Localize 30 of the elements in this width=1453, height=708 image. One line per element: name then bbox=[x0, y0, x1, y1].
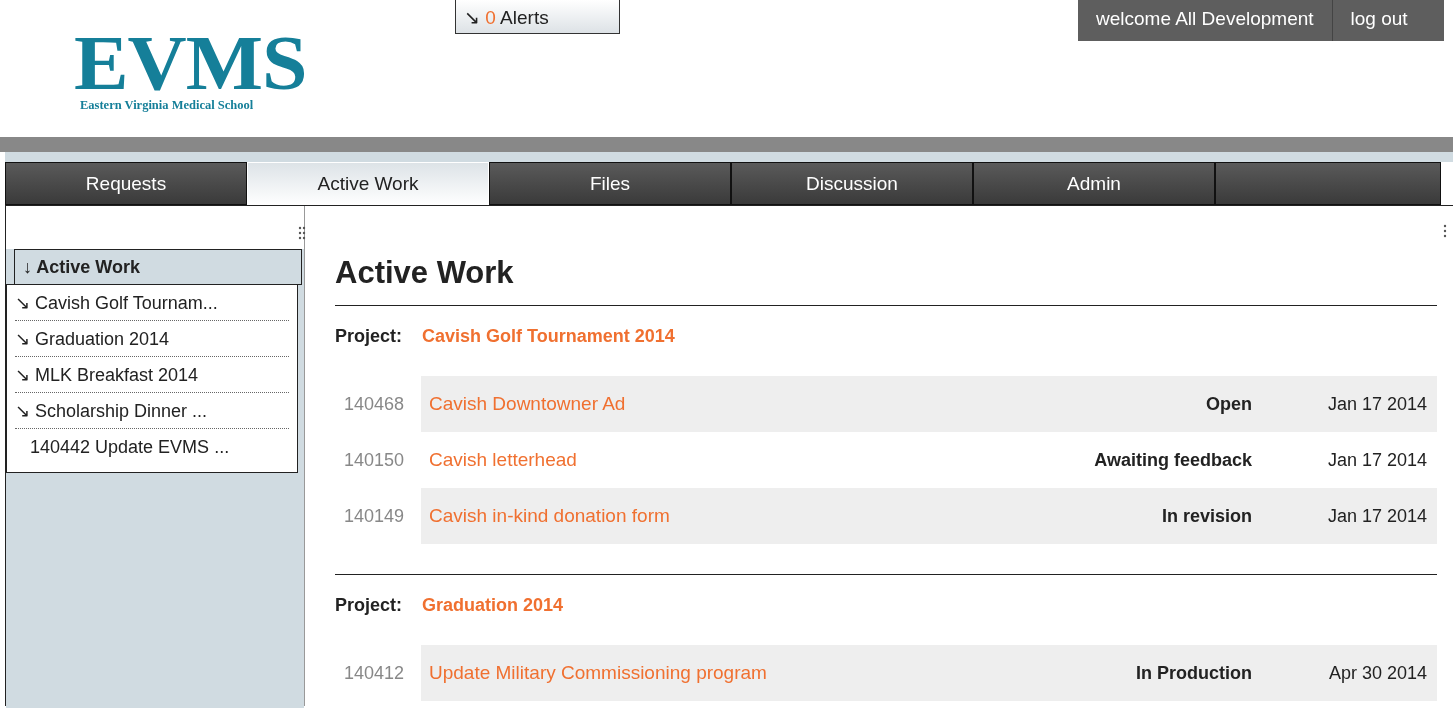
job-number: 140468 bbox=[343, 393, 406, 417]
welcome-text: welcome All Development bbox=[1078, 0, 1333, 41]
job-date: Jan 17 2014 bbox=[1326, 448, 1427, 472]
sidebar-item[interactable]: ↘ Graduation 2014 bbox=[15, 321, 289, 357]
job-number: 140149 bbox=[343, 505, 406, 529]
nav-tab[interactable]: Requests bbox=[5, 162, 247, 205]
project-label: Project: bbox=[335, 325, 403, 349]
alerts-button[interactable]: ↘ 0 Alerts bbox=[455, 0, 620, 34]
logo-subtitle: Eastern Virginia Medical School bbox=[80, 97, 255, 115]
job-date: Jan 17 2014 bbox=[1326, 504, 1427, 528]
job-status: Open bbox=[1206, 392, 1252, 416]
nav-tab[interactable]: Discussion bbox=[731, 162, 973, 205]
sidebar-item[interactable]: 140442 Update EVMS ... bbox=[15, 429, 289, 464]
job-date: Jan 17 2014 bbox=[1326, 392, 1427, 416]
job-number: 140412 bbox=[343, 662, 406, 686]
project-label: Project: bbox=[335, 594, 403, 618]
job-status: In revision bbox=[1161, 504, 1252, 528]
job-date: Apr 30 2014 bbox=[1327, 661, 1427, 685]
sidebar-item[interactable]: ↘ MLK Breakfast 2014 bbox=[15, 357, 289, 393]
logo-wordmark: EVMS bbox=[74, 30, 307, 97]
sidebar-item[interactable]: ↘ Cavish Golf Tournam... bbox=[15, 285, 289, 321]
job-number: 140150 bbox=[343, 449, 406, 473]
nav-tab[interactable]: Admin bbox=[973, 162, 1215, 205]
nav-tab[interactable]: Files bbox=[489, 162, 731, 205]
job-status: In Production bbox=[1136, 661, 1252, 685]
logout-link[interactable]: log out bbox=[1332, 0, 1416, 41]
page-title: Active Work bbox=[335, 254, 1437, 307]
sidebar-header[interactable]: ↓ Active Work bbox=[14, 249, 302, 285]
job-status: Awaiting feedback bbox=[1094, 448, 1252, 472]
sidebar-item[interactable]: ↘ Scholarship Dinner ... bbox=[15, 393, 289, 429]
